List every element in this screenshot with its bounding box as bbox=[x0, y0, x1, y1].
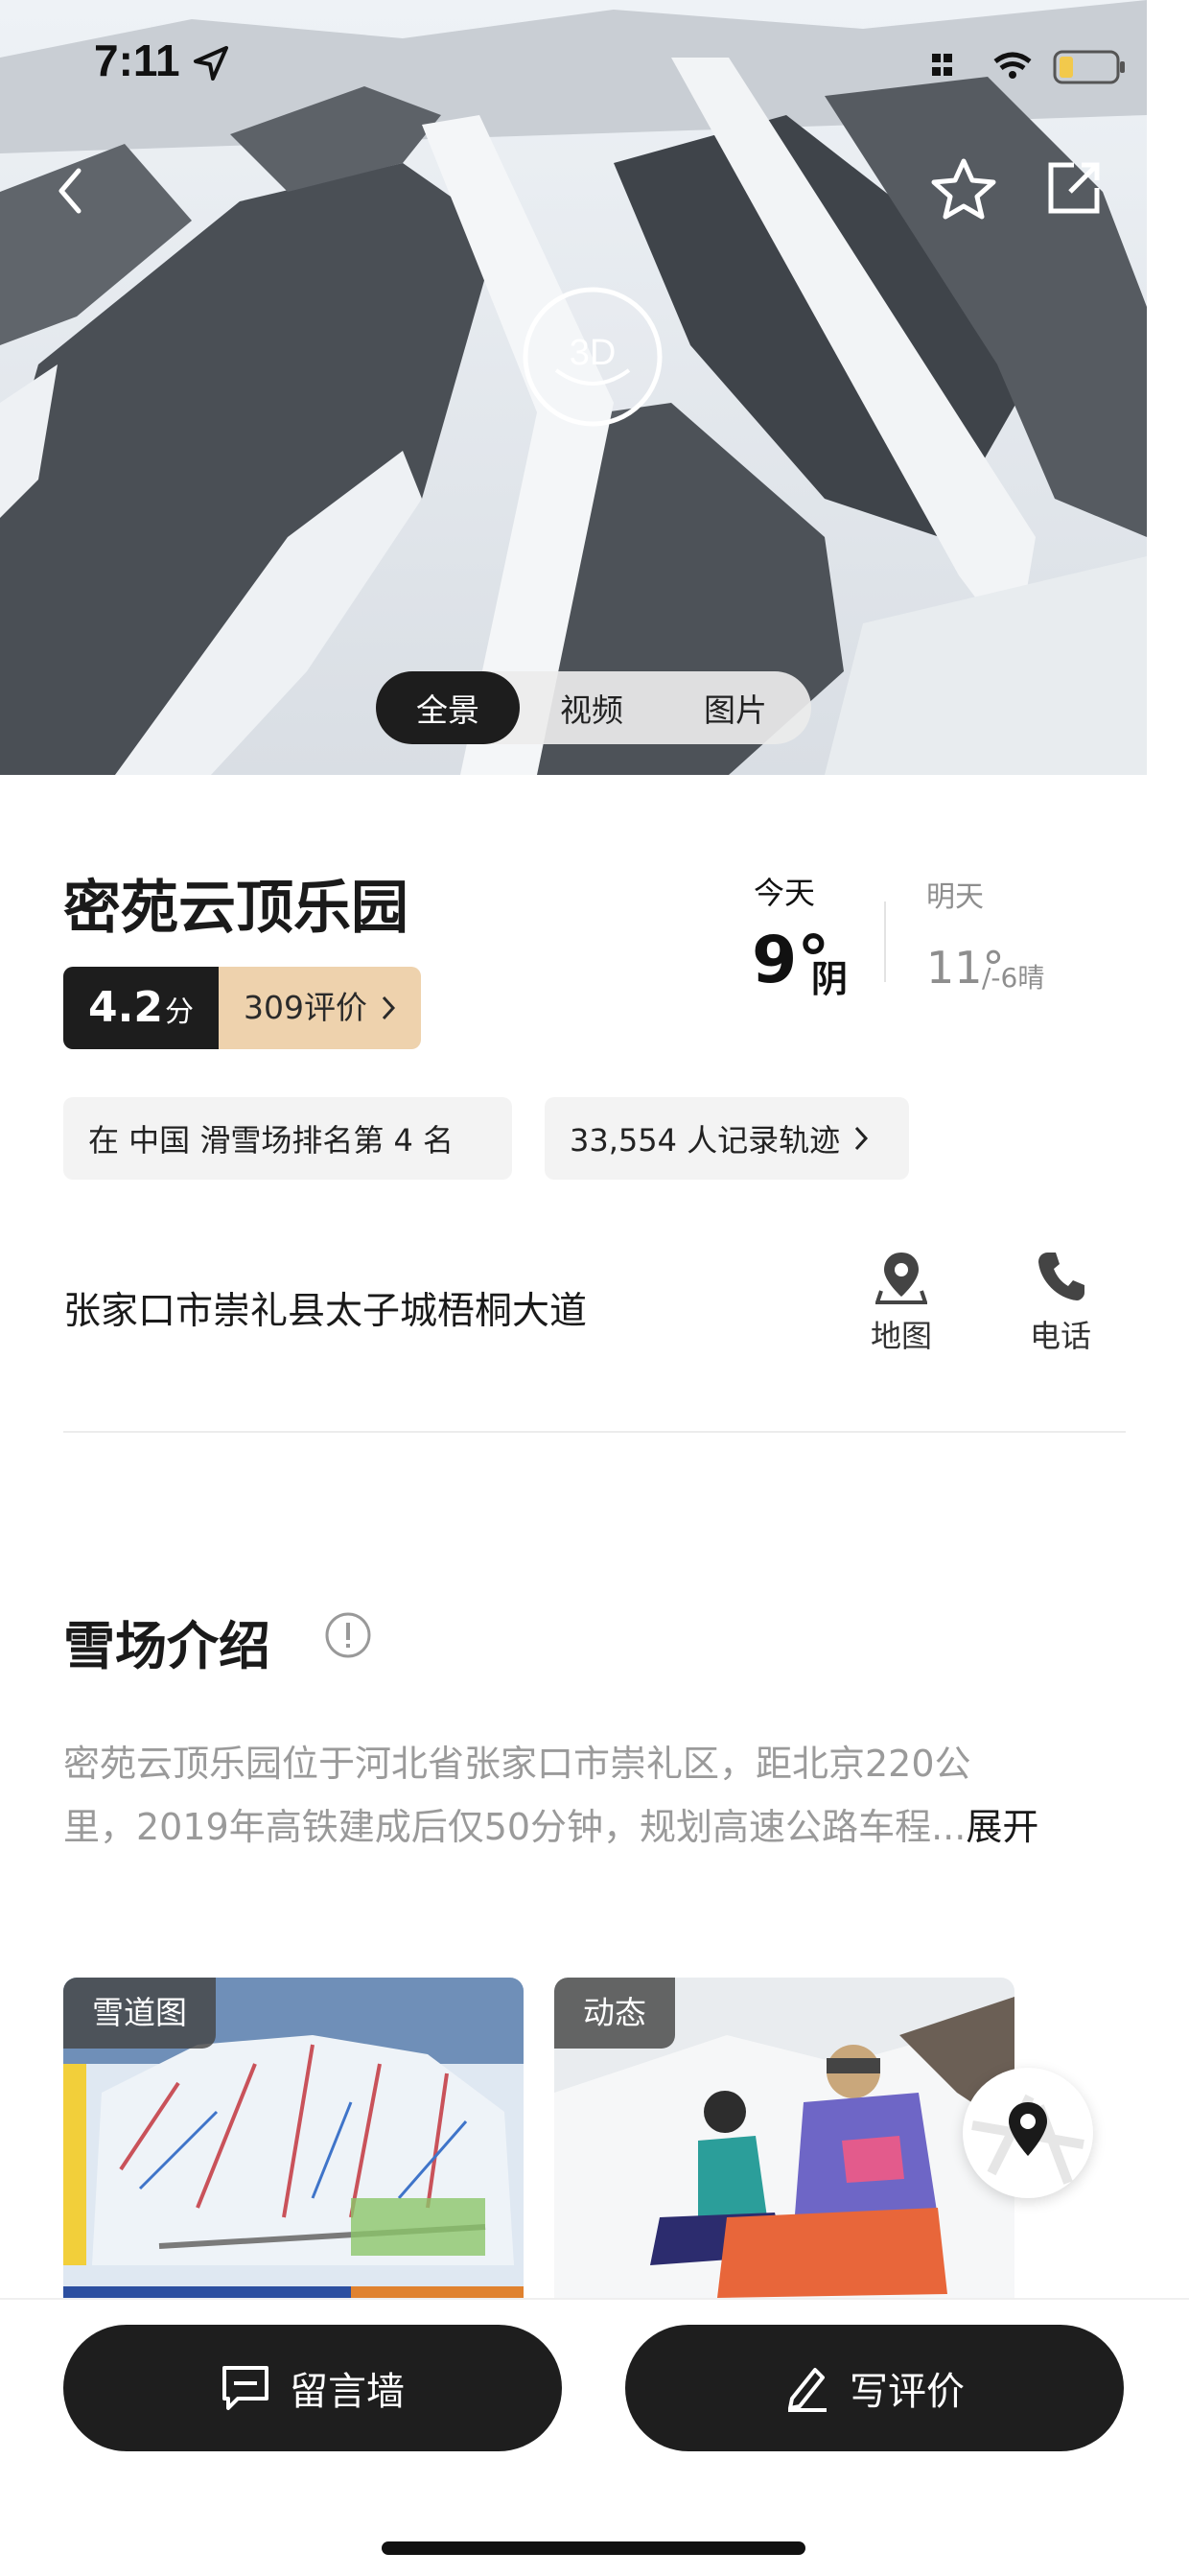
tab-video[interactable]: 视频 bbox=[520, 671, 664, 744]
expand-link[interactable]: 展开 bbox=[966, 1806, 1038, 1848]
trail-map-tag: 雪道图 bbox=[63, 1978, 216, 2049]
info-icon[interactable] bbox=[324, 1611, 372, 1659]
address: 张家口市崇礼县太子城梧桐大道 bbox=[63, 1290, 588, 1333]
moments-card[interactable]: 动态 bbox=[554, 1978, 1014, 2298]
hero-panorama[interactable]: 7:11 3D 全景 视频 图片 bbox=[0, 0, 1147, 775]
write-review-button[interactable]: 写评价 bbox=[625, 2325, 1124, 2451]
bottom-action-bar: 留言墙 写评价 bbox=[0, 2298, 1189, 2576]
reviews-count: 309评价 bbox=[243, 989, 367, 1026]
weather-tomorrow-low: /-6晴 bbox=[982, 962, 1045, 994]
floating-map-button[interactable] bbox=[963, 2068, 1093, 2198]
pencil-icon bbox=[788, 2368, 827, 2412]
write-review-label: 写评价 bbox=[850, 2370, 965, 2414]
trail-map-card[interactable]: 雪道图 bbox=[63, 1978, 524, 2298]
location-arrow-icon bbox=[194, 46, 228, 81]
rating-score-value: 4.2 bbox=[88, 983, 163, 1032]
message-wall-button[interactable]: 留言墙 bbox=[63, 2325, 562, 2451]
map-button[interactable]: 地图 bbox=[844, 1249, 959, 1356]
intro-line-1: 密苑云顶乐园位于河北省张家口市崇礼区，距北京220公 bbox=[63, 1743, 971, 1785]
phone-icon bbox=[1038, 1253, 1084, 1300]
location-pin-icon bbox=[971, 2094, 1084, 2185]
weather-today-label: 今天 bbox=[754, 875, 816, 911]
status-icons bbox=[932, 46, 1133, 92]
map-label: 地图 bbox=[870, 1318, 932, 1354]
section-title-intro: 雪场介绍 bbox=[63, 1616, 270, 1676]
home-indicator bbox=[382, 2541, 805, 2555]
phone-button[interactable]: 电话 bbox=[1003, 1249, 1118, 1356]
message-icon bbox=[222, 2366, 268, 2410]
phone-label: 电话 bbox=[1029, 1318, 1091, 1354]
tracks-chip[interactable]: 33,554 人记录轨迹 bbox=[545, 1097, 909, 1180]
tab-panorama[interactable]: 全景 bbox=[376, 671, 520, 744]
rating-score: 4.2 分 bbox=[63, 967, 219, 1049]
weather-tomorrow-label: 明天 bbox=[926, 880, 984, 914]
divider bbox=[63, 1431, 1126, 1433]
rating-box[interactable]: 4.2 分 309评价 bbox=[63, 967, 421, 1049]
status-bar: 7:11 bbox=[0, 0, 1147, 125]
tracks-text: 33,554 人记录轨迹 bbox=[570, 1122, 841, 1159]
map-pin-icon bbox=[875, 1253, 927, 1304]
intro-line-2: 里，2019年高铁建成后仅50分钟，规划高速公路车程... bbox=[63, 1806, 967, 1848]
status-time: 7:11 bbox=[94, 35, 180, 85]
media-tabs: 全景 视频 图片 bbox=[376, 671, 811, 744]
signal-wifi-battery-icons bbox=[932, 50, 1125, 84]
chevron-right-icon bbox=[382, 995, 395, 1020]
favorite-star-icon[interactable] bbox=[930, 157, 997, 221]
ranking-chip[interactable]: 在 中国 滑雪场排名第 4 名 bbox=[63, 1097, 512, 1180]
resort-name: 密苑云顶乐园 bbox=[63, 875, 408, 942]
tab-photos[interactable]: 图片 bbox=[664, 671, 807, 744]
share-icon[interactable] bbox=[1045, 159, 1103, 217]
chevron-right-icon bbox=[855, 1126, 869, 1151]
message-wall-label: 留言墙 bbox=[290, 2370, 405, 2414]
intro-text: 密苑云顶乐园位于河北省张家口市崇礼区，距北京220公 里，2019年高铁建成后仅… bbox=[63, 1732, 1128, 1859]
back-icon[interactable] bbox=[54, 165, 86, 217]
moments-tag: 动态 bbox=[554, 1978, 675, 2049]
panorama-3d-icon[interactable]: 3D bbox=[522, 286, 664, 428]
panorama-3d-label: 3D bbox=[570, 333, 617, 373]
weather-divider bbox=[884, 902, 886, 982]
rating-score-unit: 分 bbox=[164, 995, 194, 1029]
reviews-link[interactable]: 309评价 bbox=[218, 967, 421, 1049]
weather-today-condition: 阴 bbox=[811, 958, 849, 1000]
ranking-text: 在 中国 滑雪场排名第 4 名 bbox=[88, 1122, 455, 1159]
